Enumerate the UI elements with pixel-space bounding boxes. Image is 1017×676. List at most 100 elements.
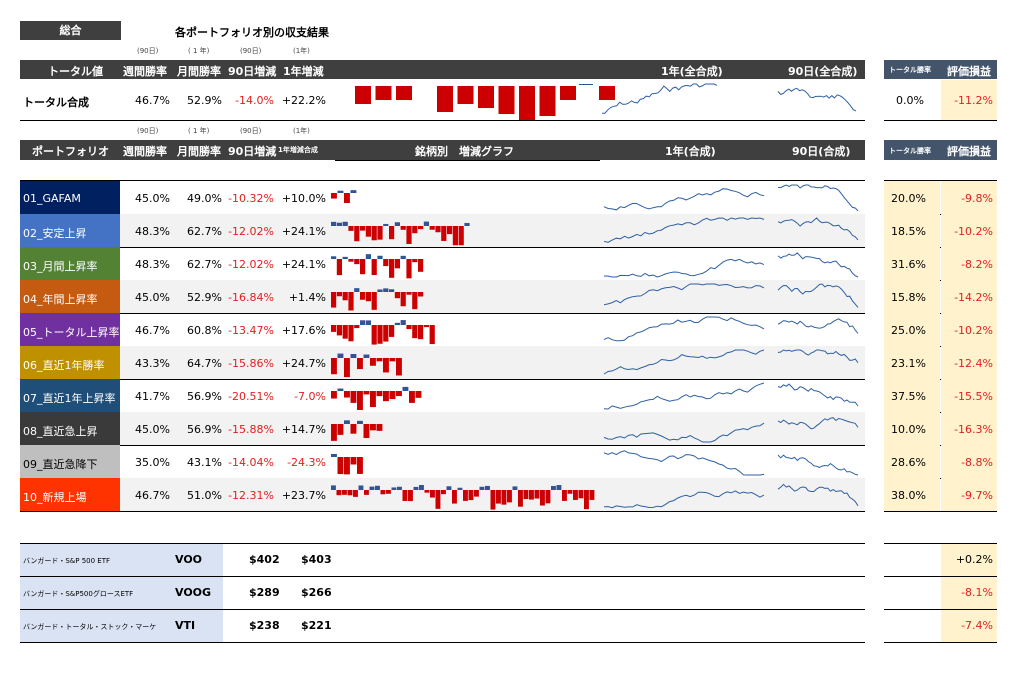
loss-bar <box>400 226 406 230</box>
sparkline-1y <box>603 490 765 509</box>
weekly-win: 45.0% <box>135 192 170 205</box>
portfolio-name-cell: 03_月間上昇率 <box>20 247 120 280</box>
loss-bar <box>331 325 337 332</box>
loss-bar <box>409 391 415 403</box>
loss-bar <box>360 226 366 231</box>
sparkline <box>603 422 765 443</box>
loss-bar <box>406 259 412 279</box>
etf-row: バンガード・トータル・ストック・マーケ VTI $238 $221 <box>20 610 865 643</box>
gain-bar <box>337 190 344 193</box>
gain-bar <box>446 486 452 490</box>
etf-name: バンガード・S&P 500 ETF <box>23 557 111 565</box>
loss-bar <box>342 325 348 339</box>
portfolio-row: 10_新規上場 46.7% 51.0% -12.31% +23.7% <box>20 478 865 512</box>
sparkline <box>603 382 765 410</box>
sparkline-90d <box>777 417 859 430</box>
gain-bar <box>375 485 380 490</box>
loss-bar <box>562 490 567 501</box>
gain-bar <box>383 288 389 292</box>
etf-price-2: $221 <box>301 619 332 632</box>
portfolio-row: 09_直近急降下 35.0% 43.1% -14.04% -24.3% <box>20 445 865 479</box>
portfolio-side: 28.6% -8.8% <box>884 445 997 479</box>
valuation-pl: -8.8% <box>961 456 993 469</box>
loss-bar <box>412 226 418 234</box>
sparkline <box>777 454 859 476</box>
sparkline <box>777 283 859 308</box>
monthly-win: 49.0% <box>187 192 222 205</box>
total-90d-sparkline <box>777 87 857 112</box>
sparkline-1y <box>603 258 765 278</box>
sparkline <box>603 217 765 243</box>
sparkline-90d <box>777 184 859 212</box>
header-weekly: 週間勝率 <box>123 145 167 158</box>
portfolio-name: 01_GAFAM <box>23 192 81 205</box>
valuation-pl: -8.2% <box>961 258 993 271</box>
loss-bar <box>377 226 383 240</box>
gain-bar <box>344 420 350 424</box>
loss-bar <box>342 292 348 301</box>
monthly-win: 60.8% <box>187 324 222 337</box>
loss-bar <box>458 226 464 246</box>
rows-side-top-border <box>884 180 997 181</box>
total-win-rate: 18.5% <box>891 225 926 238</box>
change-90d: -10.32% <box>228 192 274 205</box>
etf-side: +0.2% <box>884 544 997 577</box>
loss-bar <box>418 259 424 272</box>
gain-bar <box>365 320 371 325</box>
gain-bar <box>365 254 371 259</box>
win-rate-cell: 20.0% <box>884 181 940 214</box>
total-bar-chart <box>355 84 615 120</box>
gain-bar <box>394 322 400 325</box>
monthly-win: 62.7% <box>187 258 222 271</box>
loss-bar <box>337 424 344 435</box>
loss-bar <box>331 424 337 441</box>
portfolio-side: 23.1% -12.4% <box>884 346 997 380</box>
total-header: トータル値 週間勝率 月間勝率 90日増減 1年増減 1年(全合成) 90日(全… <box>20 60 865 79</box>
win-rate-cell: 15.8% <box>884 280 940 313</box>
portfolio-name-cell: 05_トータル上昇率 <box>20 313 120 346</box>
loss-bar <box>463 490 468 501</box>
change-1y: +10.0% <box>281 192 326 205</box>
loss-bar <box>336 325 342 336</box>
change-90d: -12.02% <box>228 258 274 271</box>
loss-bar <box>354 325 360 329</box>
loss-bar <box>534 490 540 499</box>
portfolio-side: 38.0% -9.7% <box>884 478 997 512</box>
etf-ticker: VTI <box>175 619 196 632</box>
header-graph-1y: 1年(全合成) <box>661 65 723 78</box>
change-90d: -15.88% <box>228 423 274 436</box>
win-rate-cell: 10.0% <box>884 412 940 445</box>
weekly-win: 48.3% <box>135 225 170 238</box>
portfolio-side: 37.5% -15.5% <box>884 379 997 413</box>
loss-bar <box>584 490 589 510</box>
ticker-bar-chart <box>331 420 383 441</box>
total-1y-sparkline <box>601 83 718 114</box>
pl-cell: -8.8% <box>941 445 997 478</box>
change-1y: +17.6% <box>281 324 326 337</box>
gain-bar <box>402 386 409 391</box>
sparkline <box>603 258 765 278</box>
loss-bar <box>363 424 370 438</box>
loss-bar <box>354 226 360 242</box>
portfolio-name-cell: 01_GAFAM <box>20 181 120 214</box>
valuation-pl: -10.2% <box>954 324 993 337</box>
loss-bar <box>490 490 496 510</box>
header-name: ポートフォリオ <box>32 145 109 158</box>
total-win-rate: 31.6% <box>891 258 926 271</box>
gain-bar <box>331 221 337 226</box>
change-90d: -15.86% <box>228 357 274 370</box>
gain-bar <box>400 320 406 325</box>
etf-pl: -8.1% <box>961 586 993 599</box>
sparkline-1y <box>603 422 765 443</box>
sub-label: (90日) <box>240 47 262 55</box>
sparkline-90d <box>777 383 859 407</box>
sub-label: (90日) <box>137 127 159 135</box>
loss-bar <box>519 86 535 120</box>
header-win: トータル勝率 <box>889 147 931 155</box>
portfolio-name: 04_年間上昇率 <box>23 293 98 306</box>
loss-bar <box>408 490 413 502</box>
etf-row: バンガード・S&P500グロースETF VOOG $289 $266 <box>20 577 865 610</box>
loss-bar <box>371 226 377 241</box>
loss-bar <box>380 490 386 495</box>
monthly-win: 64.7% <box>187 357 222 370</box>
